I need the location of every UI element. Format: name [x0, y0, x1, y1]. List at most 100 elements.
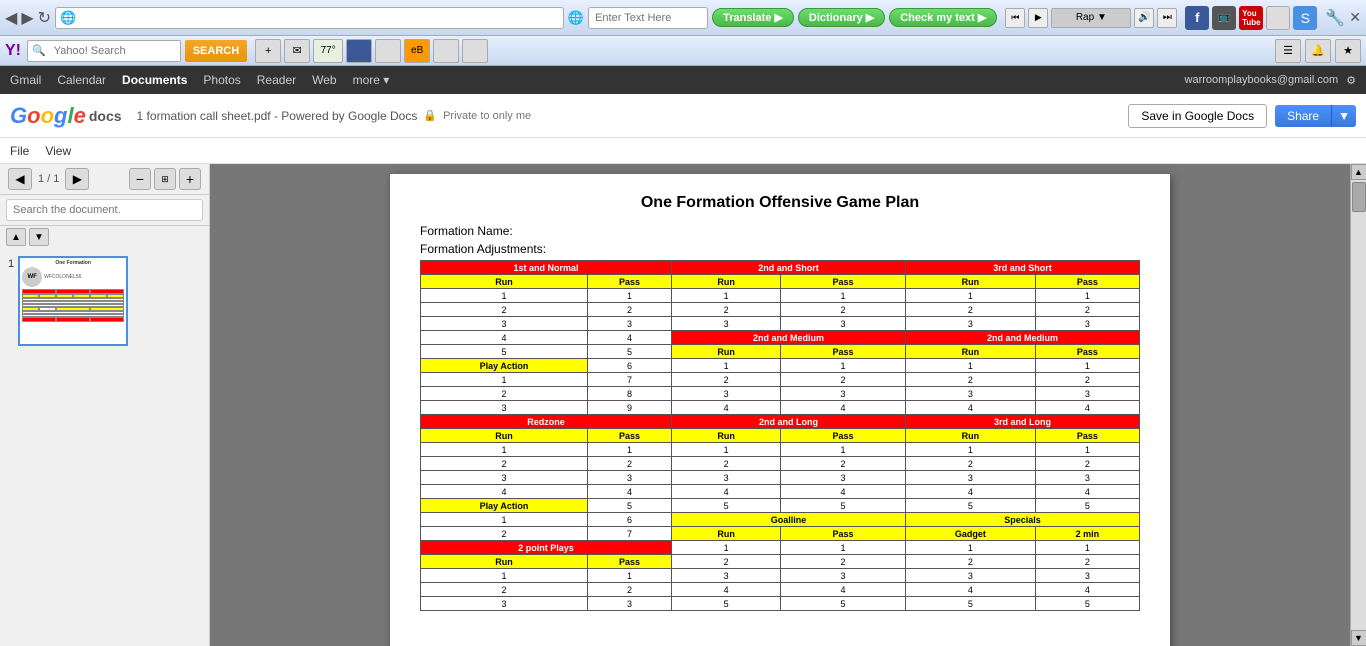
menu-view[interactable]: View — [45, 144, 71, 158]
table-row: 4 — [588, 485, 672, 499]
zoom-in-button[interactable]: + — [179, 168, 201, 190]
search-down-button[interactable]: ▼ — [29, 228, 49, 246]
translate-button[interactable]: Translate ▶ — [712, 8, 794, 27]
table-row: 3 — [1035, 471, 1139, 485]
document-search-input[interactable] — [6, 199, 203, 221]
table-row: 2 — [672, 555, 781, 569]
prev-page-button[interactable]: ◀ — [8, 168, 32, 190]
back-icon[interactable]: ◀ — [5, 8, 17, 28]
toolbar-icon5[interactable] — [375, 39, 401, 63]
table-row: 4 — [588, 331, 672, 345]
browser-icon: 🌐 — [60, 10, 76, 26]
toolbar-icon7[interactable] — [433, 39, 459, 63]
sidebar-search-arrows: ▲ ▼ — [0, 226, 209, 248]
yahoo-logo: Y! — [5, 42, 21, 60]
nav-item-calendar[interactable]: Calendar — [57, 73, 106, 87]
header-3rd-long: 3rd and Long — [906, 415, 1140, 429]
run-label-10: Run — [421, 555, 588, 569]
page-thumbnail[interactable]: One Formation WF WFCOLONEL56 — [18, 256, 128, 346]
table-row: 3 — [588, 597, 672, 611]
toolbar-icon3[interactable]: 77° — [313, 39, 343, 63]
zoom-out-button[interactable]: − — [129, 168, 151, 190]
volume-icon[interactable]: 🔊 — [1134, 8, 1154, 28]
table-row: 4 — [1035, 583, 1139, 597]
nav-item-reader[interactable]: Reader — [257, 73, 296, 87]
media-btn3[interactable]: ⏭ — [1157, 8, 1177, 28]
table-row: 3 — [781, 471, 906, 485]
toolbar-icon1[interactable]: + — [255, 39, 281, 63]
fb-icon[interactable]: f — [1185, 6, 1209, 30]
tv-icon[interactable]: 📺 — [1212, 6, 1236, 30]
table-row: 4 — [421, 331, 588, 345]
notify-icon[interactable]: 🔔 — [1305, 39, 1331, 63]
share-button[interactable]: Share — [1275, 105, 1331, 127]
right-scrollbar: ▲ ▼ — [1350, 164, 1366, 646]
yahoo-search-button[interactable]: SEARCH — [185, 40, 247, 62]
search-input-top[interactable] — [588, 7, 708, 29]
toolbar-icon6[interactable]: eB — [404, 39, 430, 63]
media-display: Rap ▼ — [1051, 8, 1131, 28]
zoom-grid-button[interactable]: ⊞ — [154, 168, 176, 190]
nav-item-gmail[interactable]: Gmail — [10, 73, 41, 87]
reload-icon[interactable]: ↻ — [38, 8, 51, 28]
table-row: 1 — [672, 289, 781, 303]
share-dropdown-button[interactable]: ▼ — [1331, 105, 1356, 127]
toolbar-icon4[interactable] — [346, 39, 372, 63]
bookmark-icon[interactable]: ★ — [1335, 39, 1361, 63]
dictionary-button[interactable]: Dictionary ▶ — [798, 8, 885, 27]
nav-item-web[interactable]: Web — [312, 73, 336, 87]
nav-item-more[interactable]: more ▾ — [353, 73, 390, 87]
sidebar: ◀ 1 / 1 ▶ − ⊞ + ▲ ▼ 1 One Formation WF W… — [0, 164, 210, 646]
yt-icon[interactable]: YouTube — [1239, 6, 1263, 30]
new-tab-icon[interactable]: ✕ — [1349, 9, 1361, 26]
logo-letter-o1: o — [27, 103, 40, 129]
specials-label: Specials — [906, 513, 1140, 527]
table-row: 4 — [1035, 485, 1139, 499]
view-icon[interactable]: ☰ — [1275, 39, 1301, 63]
forward-icon[interactable]: ▶ — [21, 8, 33, 28]
user-email: warroomplaybooks@gmail.com — [1185, 74, 1339, 86]
table-row: 7 — [588, 373, 672, 387]
logo-letter-e: e — [74, 103, 86, 129]
toolbar-icon2[interactable]: ✉ — [284, 39, 310, 63]
table-row: 4 — [421, 485, 588, 499]
scroll-down-button[interactable]: ▼ — [1351, 630, 1366, 646]
save-google-docs-button[interactable]: Save in Google Docs — [1128, 104, 1267, 128]
settings-wrench-icon[interactable]: 🔧 — [1325, 8, 1345, 28]
url-bar[interactable] — [55, 7, 564, 29]
next-page-button[interactable]: ▶ — [65, 168, 89, 190]
table-row: 5 — [906, 499, 1036, 513]
nav-item-photos[interactable]: Photos — [203, 73, 240, 87]
table-row: 1 — [781, 289, 906, 303]
table-row: 2 — [1035, 457, 1139, 471]
play-action-label: Play Action — [421, 359, 588, 373]
nav-item-documents[interactable]: Documents — [122, 73, 187, 87]
scroll-up-button[interactable]: ▲ — [1351, 164, 1366, 180]
yahoo-search-input[interactable] — [50, 41, 180, 61]
table-row: 1 — [906, 359, 1036, 373]
toolbar-icon8[interactable] — [462, 39, 488, 63]
scroll-thumb[interactable] — [1352, 182, 1366, 212]
table-row: 1 — [1035, 359, 1139, 373]
logo-letter-g2: g — [54, 103, 67, 129]
browser-ext2[interactable]: S — [1293, 6, 1317, 30]
media-btn1[interactable]: ⏮ — [1005, 8, 1025, 28]
menu-file[interactable]: File — [10, 144, 29, 158]
table-row: 3 — [781, 387, 906, 401]
browser-ext1[interactable] — [1266, 6, 1290, 30]
search-up-button[interactable]: ▲ — [6, 228, 26, 246]
thumbnail-page-num: 1 — [8, 258, 14, 270]
header-2nd-short: 2nd and Short — [672, 261, 906, 275]
header-3rd-short: 3rd and Short — [906, 261, 1140, 275]
check-text-button[interactable]: Check my text ▶ — [889, 8, 997, 27]
table-row: 5 — [906, 597, 1036, 611]
table-row: 1 — [906, 443, 1036, 457]
page-number-display: 1 / 1 — [38, 173, 59, 185]
table-row: 1 — [421, 289, 588, 303]
zoom-controls: − ⊞ + — [129, 168, 201, 190]
table-row: 2 — [421, 457, 588, 471]
pass-label-9: Pass — [781, 527, 906, 541]
pass-label-1: Pass — [588, 275, 672, 289]
nav-settings-icon[interactable]: ⚙ — [1346, 74, 1356, 87]
media-btn2[interactable]: ▶ — [1028, 8, 1048, 28]
